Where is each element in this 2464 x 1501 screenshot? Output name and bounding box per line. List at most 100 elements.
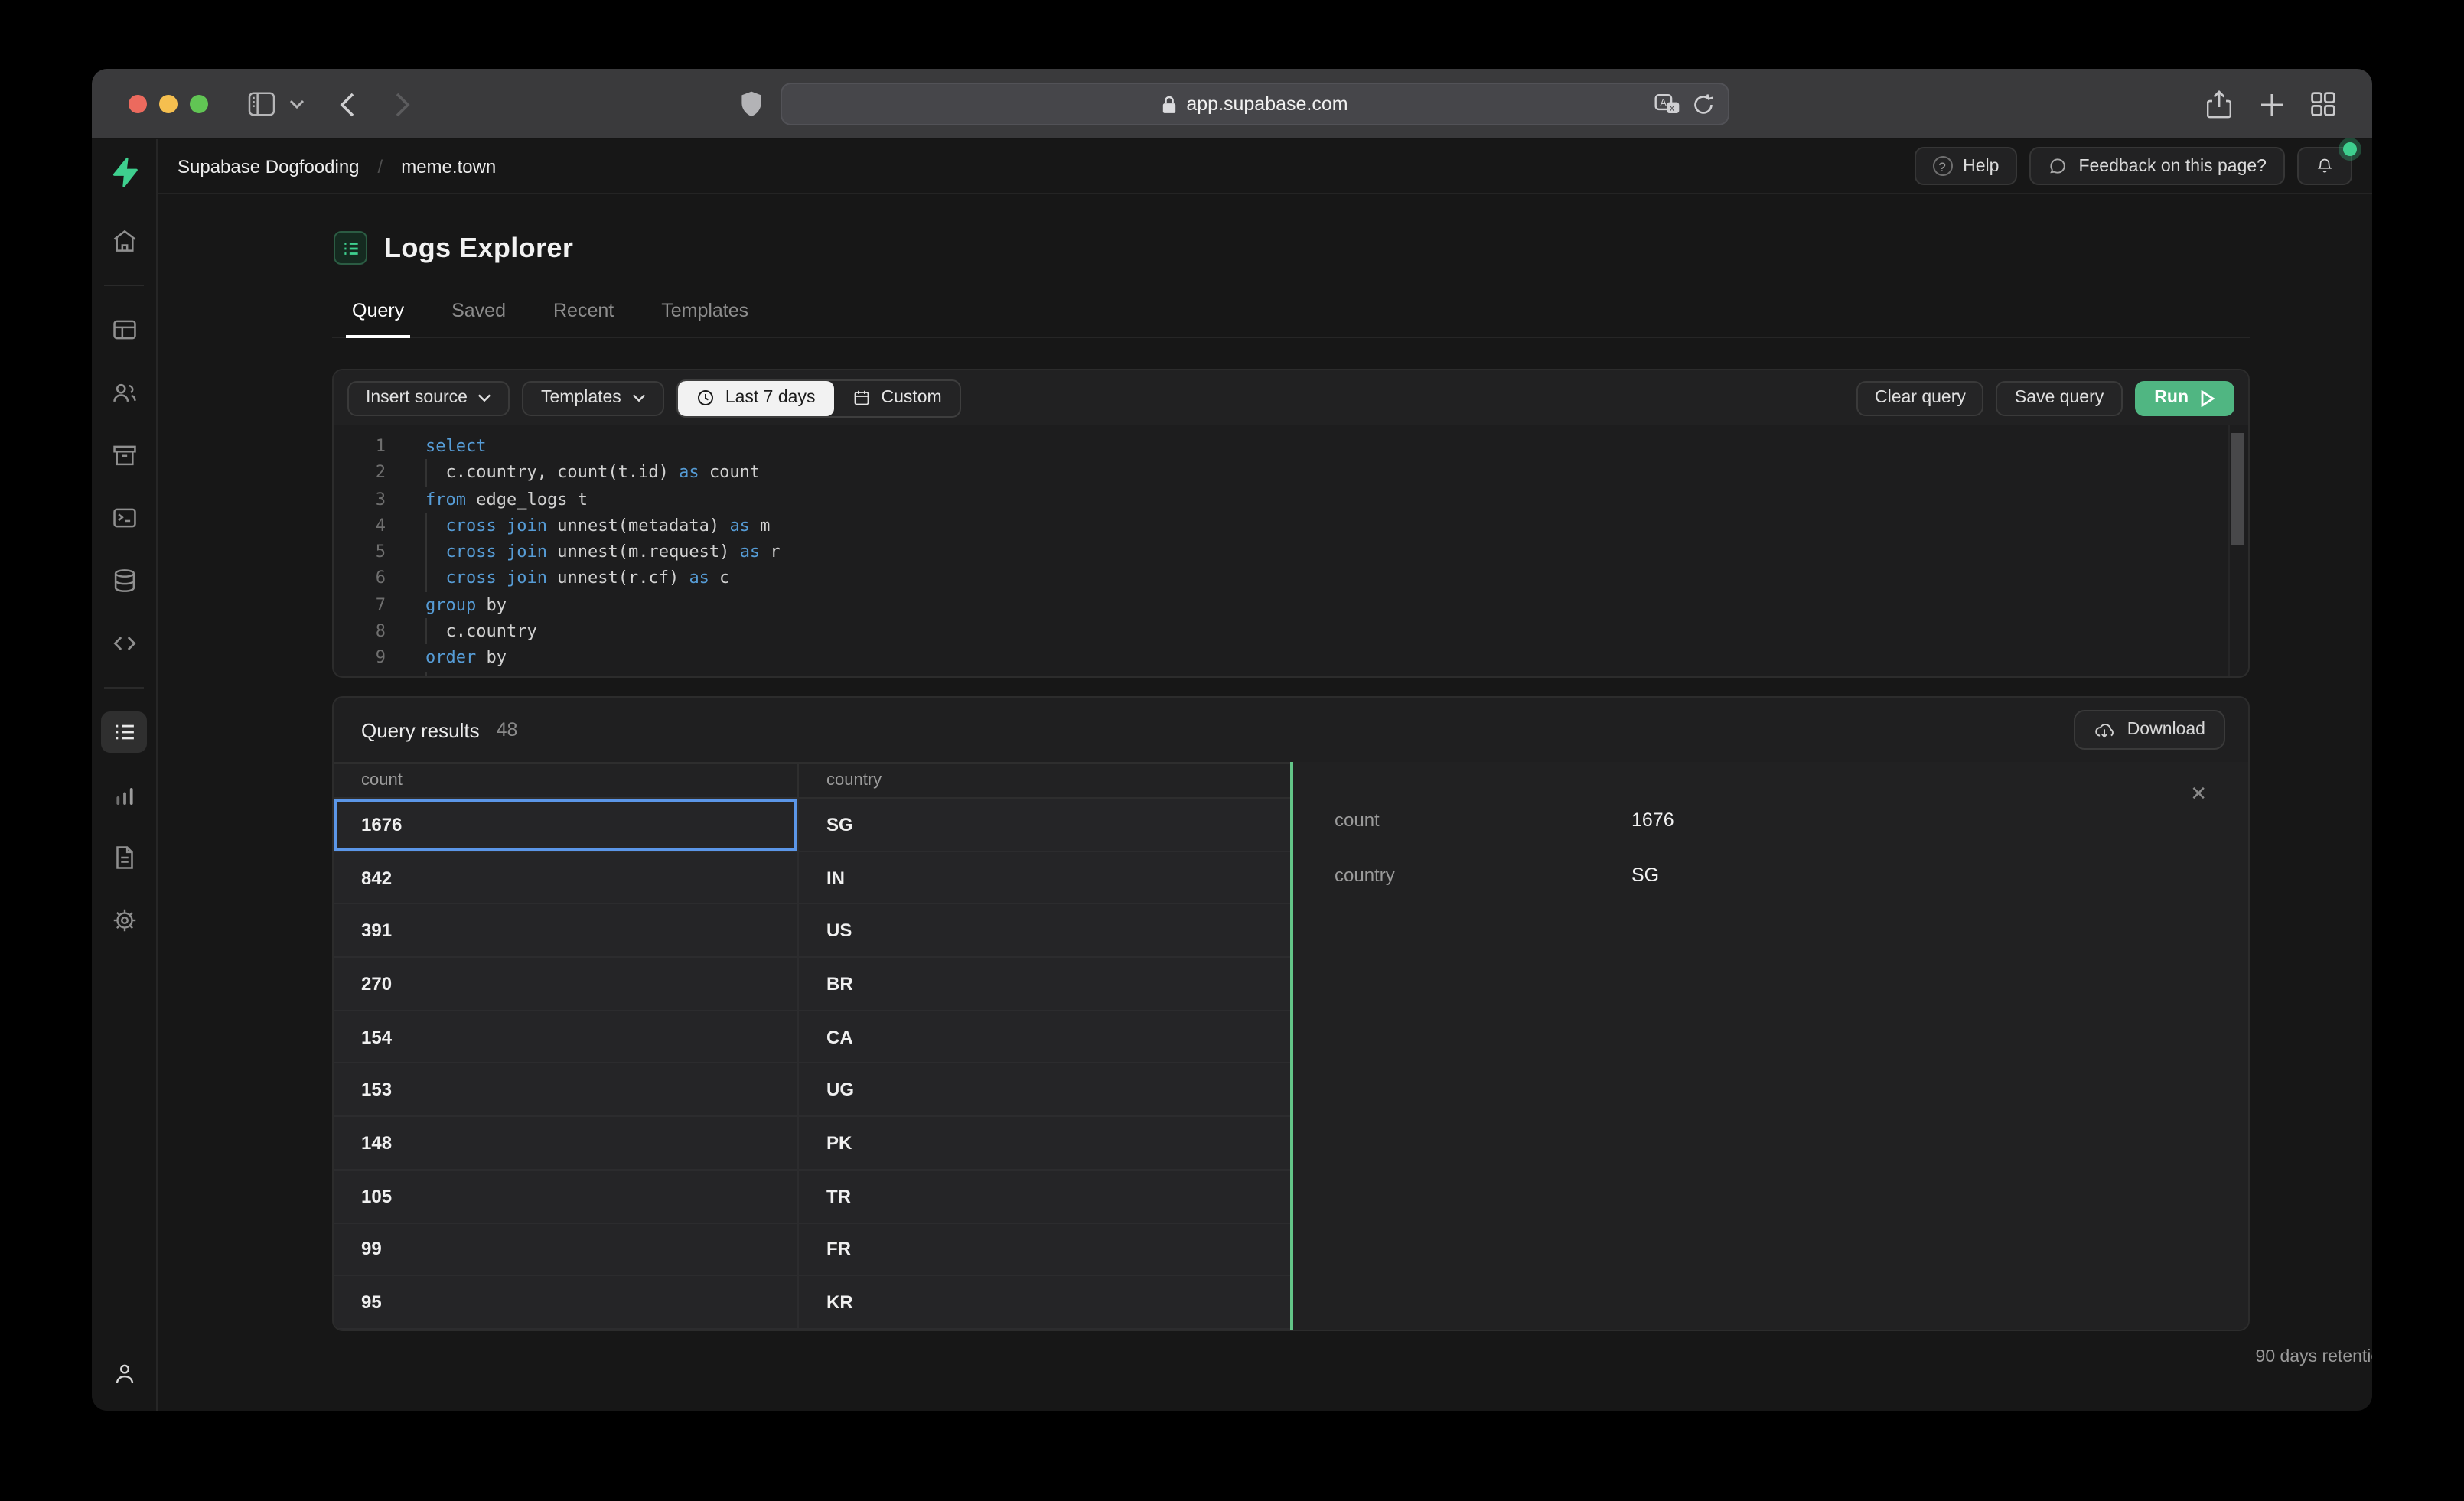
query-toolbar: Insert source Templates Last 7 days Cust… bbox=[334, 370, 2248, 425]
sidebar-item-reports[interactable] bbox=[101, 774, 147, 816]
code-line: 7 group by bbox=[334, 592, 2248, 619]
detail-field-label: country bbox=[1335, 864, 1395, 886]
table-row[interactable]: 99 FR bbox=[334, 1223, 1290, 1277]
tab-recent[interactable]: Recent bbox=[553, 300, 614, 337]
code-text: cross join unnest(r.cf) as c bbox=[425, 565, 729, 593]
sidebar-item-settings[interactable] bbox=[101, 900, 147, 941]
cell-country[interactable]: FR bbox=[799, 1223, 1290, 1275]
translate-icon[interactable]: A x bbox=[1654, 93, 1680, 116]
tab-query[interactable]: Query bbox=[345, 300, 411, 338]
cell-count[interactable]: 95 bbox=[334, 1276, 799, 1328]
cell-count[interactable]: 391 bbox=[334, 904, 799, 957]
cell-country[interactable]: IN bbox=[799, 851, 1290, 903]
table-row[interactable]: 842 IN bbox=[334, 851, 1290, 905]
table-row[interactable]: 148 PK bbox=[334, 1117, 1290, 1171]
breadcrumb-org[interactable]: Supabase Dogfooding bbox=[178, 155, 360, 177]
privacy-shield-icon[interactable] bbox=[741, 69, 762, 139]
sidebar-item-api[interactable] bbox=[101, 623, 147, 664]
close-icon[interactable]: ✕ bbox=[2190, 783, 2207, 803]
tab-saved[interactable]: Saved bbox=[451, 300, 506, 337]
run-button[interactable]: Run bbox=[2134, 380, 2234, 415]
detail-field: count 1676 bbox=[1290, 809, 2248, 831]
sidebar-toggle-icon[interactable] bbox=[248, 69, 275, 139]
cell-country[interactable]: BR bbox=[799, 958, 1290, 1009]
page-content: Logs Explorer Query Saved Recent Templates … bbox=[158, 194, 2372, 1411]
cell-country[interactable]: UG bbox=[799, 1064, 1290, 1115]
cell-count[interactable]: 1676 bbox=[334, 799, 799, 851]
cell-count[interactable]: 842 bbox=[334, 851, 799, 904]
lock-icon bbox=[1163, 95, 1176, 112]
cell-count[interactable]: 153 bbox=[334, 1063, 799, 1116]
sidebar-item-database[interactable] bbox=[101, 560, 147, 601]
cell-count[interactable]: 148 bbox=[334, 1117, 799, 1169]
reload-icon[interactable] bbox=[1693, 93, 1714, 116]
download-button[interactable]: Download bbox=[2073, 710, 2225, 750]
close-window-button[interactable] bbox=[129, 95, 147, 113]
notifications-button[interactable] bbox=[2297, 142, 2357, 185]
sidebar-item-auth[interactable] bbox=[101, 372, 147, 413]
save-query-button[interactable]: Save query bbox=[1996, 380, 2123, 415]
breadcrumb-project[interactable]: meme.town bbox=[401, 155, 496, 177]
clear-query-button[interactable]: Clear query bbox=[1856, 380, 1984, 415]
sql-editor[interactable]: 1 select 2 c.country, count(t.id) as count… bbox=[334, 425, 2248, 676]
sidebar-chevron-icon[interactable] bbox=[289, 69, 305, 139]
share-icon[interactable] bbox=[2207, 69, 2231, 139]
table-row[interactable]: 391 US bbox=[334, 904, 1290, 959]
column-header-count[interactable]: count bbox=[334, 764, 799, 797]
cell-count[interactable]: 105 bbox=[334, 1170, 799, 1222]
cell-country[interactable]: US bbox=[799, 905, 1290, 956]
cloud-download-icon bbox=[2094, 724, 2114, 738]
sidebar-item-docs[interactable] bbox=[101, 837, 147, 878]
account-user-icon[interactable] bbox=[111, 1360, 137, 1395]
forward-button[interactable] bbox=[395, 69, 410, 139]
sidebar-item-table-editor[interactable] bbox=[101, 309, 147, 350]
table-row[interactable]: 105 TR bbox=[334, 1170, 1290, 1223]
tab-overview-icon[interactable] bbox=[2311, 69, 2335, 139]
cell-country[interactable]: PK bbox=[799, 1117, 1290, 1168]
code-text: c.country bbox=[425, 618, 537, 646]
editor-scrollbar-thumb[interactable] bbox=[2231, 433, 2244, 545]
zoom-window-button[interactable] bbox=[190, 95, 208, 113]
cell-count[interactable]: 270 bbox=[334, 958, 799, 1010]
custom-range-option[interactable]: Custom bbox=[833, 380, 960, 415]
cell-country[interactable]: TR bbox=[799, 1171, 1290, 1222]
table-row[interactable]: 95 KR bbox=[334, 1276, 1290, 1330]
code-text: select bbox=[425, 436, 487, 456]
help-button[interactable]: ? Help bbox=[1914, 147, 2018, 185]
cell-count[interactable]: 154 bbox=[334, 1011, 799, 1063]
code-text: from edge_logs t bbox=[425, 489, 588, 510]
address-bar[interactable]: app.supabase.com A x bbox=[781, 83, 1729, 125]
logs-explorer-icon bbox=[334, 231, 367, 265]
code-line: 10 count desc bbox=[334, 671, 2248, 676]
feedback-button[interactable]: Feedback on this page? bbox=[2029, 147, 2285, 185]
column-header-country[interactable]: country bbox=[799, 764, 1290, 797]
cell-country[interactable]: CA bbox=[799, 1011, 1290, 1063]
sidebar-item-storage[interactable] bbox=[101, 435, 147, 476]
cell-country[interactable]: KR bbox=[799, 1276, 1290, 1327]
cell-count[interactable]: 99 bbox=[334, 1223, 799, 1275]
minimize-window-button[interactable] bbox=[159, 95, 178, 113]
table-row[interactable]: 154 CA bbox=[334, 1011, 1290, 1064]
table-row[interactable]: 153 UG bbox=[334, 1063, 1290, 1118]
code-line: 8 c.country bbox=[334, 618, 2248, 646]
line-number: 8 bbox=[375, 621, 386, 642]
cell-country[interactable]: SG bbox=[799, 799, 1290, 850]
results-table: count country 1676 SG 842 IN 391 US 270 BR 154 CA… bbox=[334, 762, 1290, 1330]
chat-bubble-icon bbox=[2050, 158, 2066, 174]
back-button[interactable] bbox=[340, 69, 355, 139]
tab-templates[interactable]: Templates bbox=[661, 300, 748, 337]
last-7-days-option[interactable]: Last 7 days bbox=[677, 380, 834, 415]
detail-field-value: SG bbox=[1631, 864, 1660, 886]
table-row[interactable]: 1676 SG bbox=[334, 799, 1290, 852]
line-number: 4 bbox=[375, 515, 386, 536]
sidebar-item-logs-explorer[interactable] bbox=[101, 711, 147, 753]
insert-source-button[interactable]: Insert source bbox=[347, 380, 510, 415]
table-row[interactable]: 270 BR bbox=[334, 958, 1290, 1011]
new-tab-icon[interactable] bbox=[2260, 69, 2283, 139]
templates-button[interactable]: Templates bbox=[522, 380, 664, 415]
sidebar-item-sql-editor[interactable] bbox=[101, 497, 147, 539]
sidebar-item-home[interactable] bbox=[101, 220, 147, 262]
calendar-icon bbox=[854, 390, 869, 405]
clock-icon bbox=[697, 390, 713, 405]
supabase-logo[interactable] bbox=[108, 156, 140, 196]
